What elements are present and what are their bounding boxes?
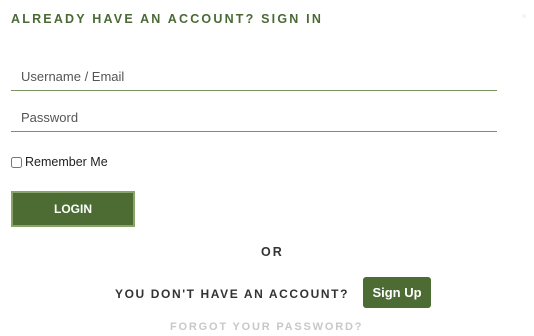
signup-button[interactable]: Sign Up — [363, 277, 431, 308]
signin-heading: ALREADY HAVE AN ACCOUNT? SIGN IN — [11, 12, 324, 26]
forgot-password-link[interactable]: FORGOT YOUR PASSWORD? — [170, 321, 363, 333]
login-panel: ALREADY HAVE AN ACCOUNT? SIGN IN × Remem… — [0, 0, 534, 336]
remember-checkbox[interactable] — [11, 156, 22, 168]
username-input[interactable] — [11, 63, 497, 91]
or-separator: OR — [261, 245, 284, 259]
remember-me[interactable]: Remember Me — [11, 155, 108, 169]
password-input[interactable] — [11, 104, 497, 132]
close-icon[interactable]: × — [522, 13, 528, 21]
login-button[interactable]: LOGIN — [11, 191, 135, 227]
remember-label: Remember Me — [25, 155, 108, 169]
signup-prompt: YOU DON'T HAVE AN ACCOUNT? — [115, 287, 350, 301]
